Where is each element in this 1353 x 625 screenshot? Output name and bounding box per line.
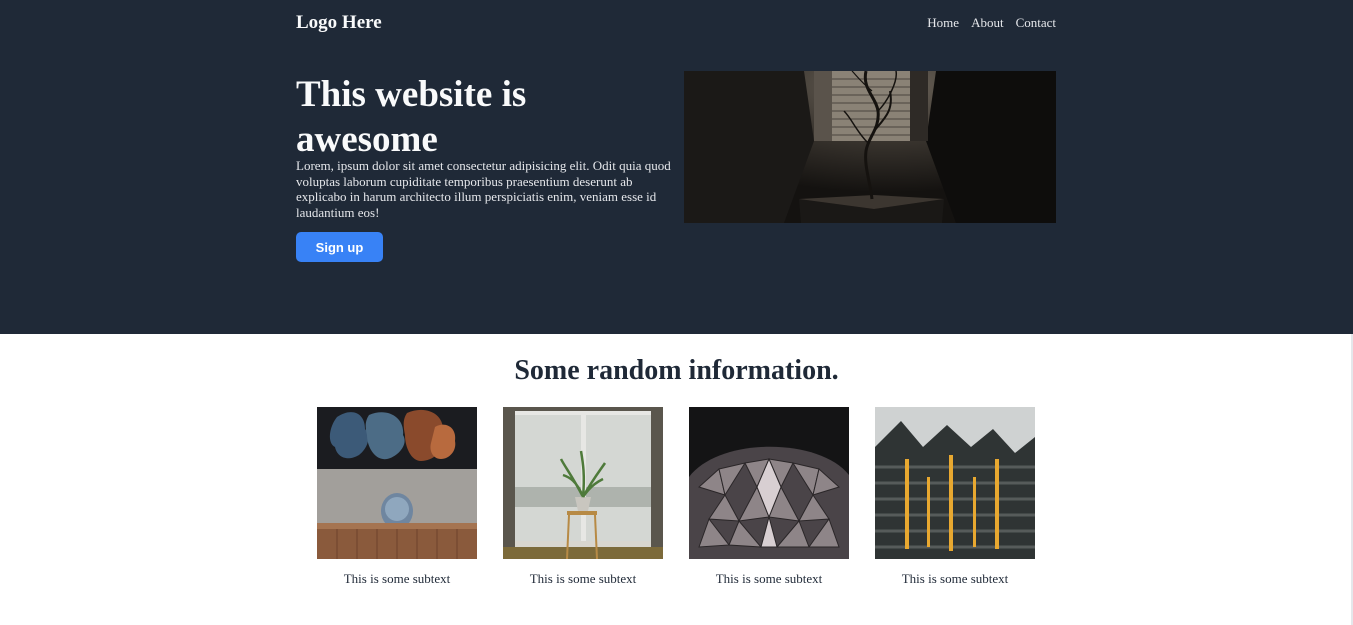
hero-title: This website is awesome — [296, 74, 527, 160]
info-card: This is some subtext — [689, 407, 849, 587]
hero-image — [684, 71, 1056, 223]
card-image-building — [875, 407, 1035, 559]
card-caption: This is some subtext — [901, 571, 1009, 586]
card-caption: This is some subtext — [343, 571, 451, 586]
nav-home-link[interactable]: Home — [927, 15, 959, 31]
info-card: This is some subtext — [503, 407, 663, 587]
signup-button[interactable]: Sign up — [296, 232, 383, 262]
card-image-plant-window — [503, 407, 663, 559]
nav-contact-link[interactable]: Contact — [1016, 15, 1056, 31]
nav-about-link[interactable]: About — [971, 15, 1004, 31]
hero-text: Lorem, ipsum dolor sit amet consectetur … — [296, 158, 671, 220]
card-caption: This is some subtext — [715, 571, 823, 586]
hero-section: Logo Here Home About Contact This websit… — [0, 0, 1353, 334]
card-image-geometric-ceiling — [689, 407, 849, 559]
logo[interactable]: Logo Here — [296, 12, 382, 34]
card-caption: This is some subtext — [529, 571, 637, 586]
main-nav: Home About Contact — [927, 15, 1056, 31]
info-card: This is some subtext — [317, 407, 477, 587]
card-image-art-vase — [317, 407, 477, 559]
info-card: This is some subtext — [875, 407, 1035, 587]
info-title: Some random information. — [514, 355, 839, 386]
